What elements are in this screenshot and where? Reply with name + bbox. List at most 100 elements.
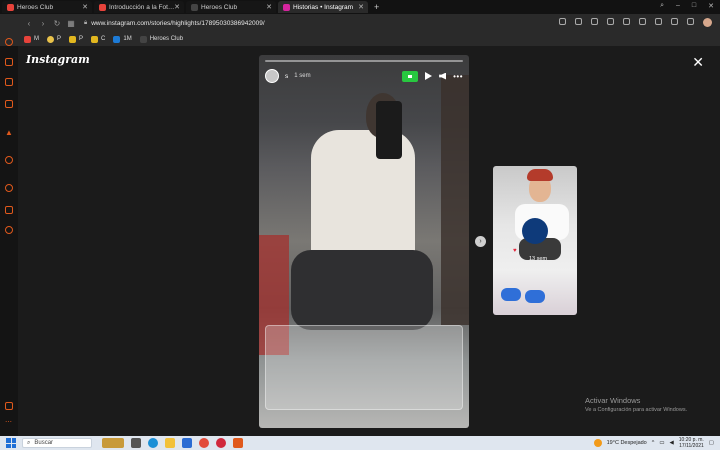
- tab-close-icon[interactable]: ✕: [174, 3, 180, 11]
- tab-label: Heroes Club: [17, 3, 54, 11]
- browser-window: Heroes Club ✕ Introducción a la Fotog ✕ …: [0, 0, 720, 450]
- clock[interactable]: 10:20 p. m. 17/11/2021: [679, 437, 704, 449]
- next-story-preview[interactable]: ♥ 13 sem: [493, 166, 577, 315]
- bookmark-icon: [91, 35, 99, 43]
- bookmark-icon: [47, 35, 54, 43]
- instagram-logo[interactable]: Instagram: [26, 53, 90, 66]
- address-bar-row: ‹ › ↻ ▦ 🔒︎ www.instagram.com/stories/hig…: [0, 14, 720, 32]
- bookmark-item[interactable]: M: [24, 35, 39, 43]
- heart-icon[interactable]: [623, 18, 630, 25]
- start-button[interactable]: [6, 438, 16, 448]
- sidebar-bag-icon[interactable]: [5, 58, 13, 66]
- bookmark-item[interactable]: P: [69, 35, 83, 43]
- bookmark-item[interactable]: 1M: [113, 35, 132, 43]
- profile-avatar[interactable]: [703, 18, 712, 27]
- opera-icon[interactable]: [216, 438, 226, 448]
- tab-heroes-club-2[interactable]: Heroes Club ✕: [186, 1, 276, 13]
- menu-icon[interactable]: [639, 18, 646, 25]
- taskbar-search[interactable]: ⌕ Buscar: [22, 438, 92, 448]
- sidebar-card-icon[interactable]: [5, 402, 13, 410]
- bookmark-item[interactable]: C: [91, 35, 105, 43]
- play-icon[interactable]: [425, 72, 433, 80]
- next-story-button[interactable]: ›: [475, 236, 486, 247]
- story-viewer: Instagram ✕ s 1 sem ••• › ♥ 13 sem Activ…: [18, 46, 720, 436]
- tab-close-icon[interactable]: ✕: [82, 3, 88, 11]
- sidebar-settings-icon[interactable]: [5, 226, 13, 234]
- bookmark-item[interactable]: P: [47, 35, 61, 43]
- tab-favicon: [191, 3, 198, 11]
- snapshot-icon[interactable]: [575, 18, 582, 25]
- bookmarks-bar: M P P C 1M Heroes Club: [0, 32, 720, 46]
- tab-favicon: [283, 3, 290, 11]
- clock-date: 17/11/2021: [679, 443, 704, 449]
- sidebar-flame-icon[interactable]: ▲: [5, 128, 13, 137]
- reload-icon[interactable]: ↻: [50, 19, 64, 28]
- close-viewer-icon[interactable]: ✕: [692, 54, 704, 71]
- url-text: www.instagram.com/stories/highlights/178…: [91, 19, 265, 27]
- chrome-icon[interactable]: [199, 438, 209, 448]
- taskbar-widget-icon[interactable]: [102, 438, 124, 448]
- bookmark-item[interactable]: Heroes Club: [139, 35, 184, 43]
- edge-icon[interactable]: [148, 438, 158, 448]
- more-options-icon[interactable]: •••: [453, 72, 463, 81]
- story-user-avatar[interactable]: [265, 69, 279, 83]
- tab-heroes-club-1[interactable]: Heroes Club ✕: [2, 1, 92, 13]
- bookmark-label: Heroes Club: [149, 36, 184, 42]
- task-view-icon[interactable]: [131, 438, 141, 448]
- photo-glass-table: [265, 325, 463, 410]
- file-explorer-icon[interactable]: [165, 438, 175, 448]
- new-tab-button[interactable]: +: [374, 2, 379, 12]
- camera-icon[interactable]: [559, 18, 566, 25]
- sidebar-clock-icon[interactable]: [5, 184, 13, 192]
- windows-logo-pane: [6, 438, 11, 443]
- sidebar-twitch-icon[interactable]: [5, 78, 13, 86]
- grid-icon[interactable]: ▦: [64, 19, 78, 28]
- weather-text[interactable]: 19°C Despejado: [607, 440, 647, 446]
- sidebar-home-icon[interactable]: [5, 38, 13, 46]
- preview-photo-shoe: [525, 290, 545, 303]
- tab-favicon: [99, 3, 106, 11]
- toolbar-icons: [559, 18, 712, 27]
- back-icon[interactable]: ‹: [22, 19, 36, 28]
- forward-icon[interactable]: ›: [36, 19, 50, 28]
- tab-intro-foto[interactable]: Introducción a la Fotog ✕: [94, 1, 184, 13]
- search-icon: ⌕: [27, 439, 31, 446]
- maximize-icon[interactable]: □: [692, 2, 696, 10]
- minimize-icon[interactable]: –: [676, 2, 680, 10]
- easy-setup-icon[interactable]: [687, 18, 694, 25]
- vpn-icon[interactable]: [607, 18, 614, 25]
- story-username[interactable]: s: [285, 73, 288, 80]
- story-card[interactable]: s 1 sem •••: [259, 55, 469, 428]
- windows-logo-pane: [11, 443, 16, 448]
- story-progress-bar: [265, 60, 463, 62]
- download-icon[interactable]: [671, 18, 678, 25]
- preview-photo-shoe: [501, 288, 521, 301]
- volume-icon[interactable]: [439, 72, 447, 80]
- close-window-icon[interactable]: ✕: [708, 2, 714, 10]
- tray-chevron-icon[interactable]: ^: [652, 440, 655, 446]
- extensions-icon[interactable]: [655, 18, 662, 25]
- preview-photo-hat: [527, 169, 553, 181]
- sidebar-more-icon[interactable]: ⋯: [5, 418, 13, 426]
- sidebar-news-icon[interactable]: [5, 100, 13, 108]
- sidebar-target-icon[interactable]: [5, 156, 13, 164]
- bookmark-label: M: [34, 36, 39, 42]
- tab-close-icon[interactable]: ✕: [358, 3, 364, 11]
- address-field[interactable]: 🔒︎ www.instagram.com/stories/highlights/…: [84, 20, 265, 27]
- brave-icon[interactable]: [233, 438, 243, 448]
- search-tabs-icon[interactable]: ⌕: [660, 2, 664, 10]
- preview-user-avatar[interactable]: [522, 218, 548, 244]
- tab-close-icon[interactable]: ✕: [266, 3, 272, 11]
- window-controls: ⌕ – □ ✕: [660, 2, 714, 10]
- store-icon[interactable]: [182, 438, 192, 448]
- lock-icon: 🔒︎: [84, 19, 88, 26]
- wallet-icon[interactable]: [591, 18, 598, 25]
- screen-record-icon[interactable]: [402, 70, 419, 82]
- network-icon[interactable]: ▭: [659, 440, 664, 446]
- notifications-icon[interactable]: ▢: [709, 440, 714, 446]
- tab-historias-instagram[interactable]: Historias • Instagram ✕: [278, 1, 368, 13]
- preview-time: 13 sem: [529, 256, 548, 262]
- volume-tray-icon[interactable]: ◀: [670, 440, 674, 446]
- taskbar-apps: [102, 438, 243, 448]
- sidebar-cube-icon[interactable]: [5, 206, 13, 214]
